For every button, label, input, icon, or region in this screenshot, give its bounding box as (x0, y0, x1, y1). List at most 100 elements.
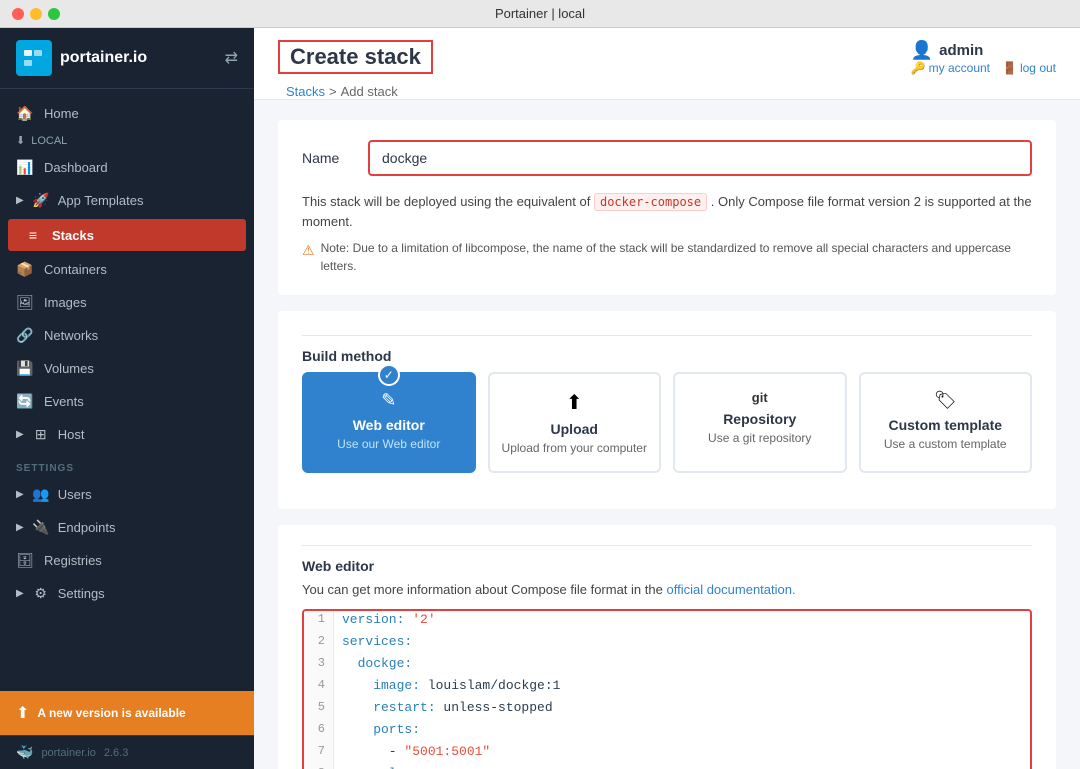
upload-title: Upload (502, 421, 648, 437)
sidebar-item-endpoints[interactable]: ▶ 🔌 Endpoints (0, 511, 254, 544)
titlebar: Portainer | local (0, 0, 1080, 28)
sidebar: portainer.io ⇄ 🏠 Home ⬇ LOCAL 📊 Dashboar… (0, 28, 254, 769)
key-icon: 🔑 (911, 61, 926, 75)
window-title: Portainer | local (495, 6, 585, 21)
containers-icon: 📦 (16, 261, 34, 278)
breadcrumb: Stacks > Add stack (278, 84, 433, 99)
name-row: Name (302, 140, 1032, 176)
window-controls[interactable] (12, 8, 60, 20)
build-card-custom-template[interactable]: 🏷 Custom template Use a custom template (859, 372, 1033, 473)
name-input[interactable] (368, 140, 1032, 176)
sidebar-item-stacks[interactable]: ≡ Stacks (8, 219, 246, 251)
stacks-icon: ≡ (24, 227, 42, 243)
custom-template-sub: Use a custom template (873, 437, 1019, 451)
new-version-text: A new version is available (37, 706, 185, 720)
sidebar-item-host[interactable]: ▶ ⊞ Host (0, 418, 254, 451)
portainer-logo-small: 🐳 (16, 744, 33, 761)
build-card-repository[interactable]: git Repository Use a git repository (673, 372, 847, 473)
chevron-right-icon: ▶ (16, 522, 24, 533)
code-line-5: 5 restart: unless-stopped (304, 699, 1030, 721)
sidebar-item-label: Events (44, 394, 84, 409)
admin-section: 👤 admin (911, 40, 1056, 61)
code-line-8: 8 volumes: (304, 765, 1030, 769)
code-editor[interactable]: 1 version: '2' 2 services: 3 dockge: 4 i… (302, 609, 1032, 769)
sidebar-item-label: Home (44, 106, 79, 121)
breadcrumb-current: Add stack (341, 84, 398, 99)
settings-icon: ⚙ (32, 585, 50, 602)
sidebar-logo: portainer.io ⇄ (0, 28, 254, 89)
local-label: ⬇ LOCAL (0, 130, 254, 151)
sidebar-item-events[interactable]: 🔄 Events (0, 385, 254, 418)
name-section: Name This stack will be deployed using t… (278, 120, 1056, 295)
name-label: Name (302, 150, 352, 166)
main-content: Create stack Stacks > Add stack 👤 admin … (254, 28, 1080, 769)
version-bar: 🐳 portainer.io 2.6.3 (0, 735, 254, 769)
sidebar-item-label: App Templates (58, 193, 144, 208)
dashboard-icon: 📊 (16, 159, 34, 176)
logo-icon (16, 40, 52, 76)
breadcrumb-stacks-link[interactable]: Stacks (286, 84, 325, 99)
host-icon: ⊞ (32, 426, 50, 443)
chevron-right-icon: ▶ (16, 195, 24, 206)
images-icon: 🖼 (16, 294, 34, 311)
custom-template-icon: 🏷 (873, 390, 1019, 411)
web-editor-title: Web editor (316, 417, 462, 433)
sidebar-item-label: Registries (44, 553, 102, 568)
sidebar-item-label: Endpoints (58, 520, 116, 535)
chevron-right-icon: ▶ (16, 429, 24, 440)
maximize-button[interactable] (48, 8, 60, 20)
build-card-upload[interactable]: ⬆ Upload Upload from your computer (488, 372, 662, 473)
app-templates-icon: 🚀 (32, 192, 50, 209)
logo-text: portainer.io (60, 49, 147, 67)
new-version-banner[interactable]: ⬆ A new version is available (0, 691, 254, 735)
upload-icon: ⬆ (502, 390, 648, 415)
build-methods: ✓ ✎ Web editor Use our Web editor ⬆ Uplo… (302, 372, 1032, 473)
registries-icon: 🗄 (16, 552, 34, 569)
header-links: 🔑 my account 🚪 log out (911, 61, 1056, 75)
sidebar-item-containers[interactable]: 📦 Containers (0, 253, 254, 286)
settings-section-label: SETTINGS (0, 455, 254, 478)
git-icon: git (687, 390, 833, 405)
sidebar-item-users[interactable]: ▶ 👥 Users (0, 478, 254, 511)
web-editor-icon: ✎ (316, 390, 462, 411)
custom-template-title: Custom template (873, 417, 1019, 433)
close-button[interactable] (12, 8, 24, 20)
repository-title: Repository (687, 411, 833, 427)
sidebar-item-networks[interactable]: 🔗 Networks (0, 319, 254, 352)
sidebar-item-label: Settings (58, 586, 105, 601)
admin-avatar-icon: 👤 (911, 40, 933, 61)
build-method-title: Build method (302, 335, 1032, 372)
users-icon: 👥 (32, 486, 50, 503)
volumes-icon: 💾 (16, 360, 34, 377)
minimize-button[interactable] (30, 8, 42, 20)
sidebar-item-label: Images (44, 295, 87, 310)
sidebar-item-label: Networks (44, 328, 98, 343)
build-card-web-editor[interactable]: ✓ ✎ Web editor Use our Web editor (302, 372, 476, 473)
code-line-3: 3 dockge: (304, 655, 1030, 677)
breadcrumb-separator: > (329, 84, 337, 99)
sidebar-item-registries[interactable]: 🗄 Registries (0, 544, 254, 577)
sidebar-item-dashboard[interactable]: 📊 Dashboard (0, 151, 254, 184)
repository-sub: Use a git repository (687, 431, 833, 445)
home-icon: 🏠 (16, 105, 34, 122)
log-out-link[interactable]: 🚪 log out (1002, 61, 1056, 75)
chevron-right-icon: ▶ (16, 588, 24, 599)
sidebar-item-volumes[interactable]: 💾 Volumes (0, 352, 254, 385)
app-container: portainer.io ⇄ 🏠 Home ⬇ LOCAL 📊 Dashboar… (0, 28, 1080, 769)
code-line-2: 2 services: (304, 633, 1030, 655)
web-editor-info: You can get more information about Compo… (302, 582, 1032, 597)
version-number: 2.6.3 (104, 747, 128, 759)
sidebar-item-label: Containers (44, 262, 107, 277)
info-text: This stack will be deployed using the eq… (302, 192, 1032, 231)
sidebar-item-app-templates[interactable]: ▶ 🚀 App Templates (0, 184, 254, 217)
sidebar-item-images[interactable]: 🖼 Images (0, 286, 254, 319)
sidebar-item-home[interactable]: 🏠 Home (0, 97, 254, 130)
warning-icon: ⚠ (302, 240, 315, 261)
official-documentation-link[interactable]: official documentation. (666, 582, 795, 597)
sidebar-navigation: 🏠 Home ⬇ LOCAL 📊 Dashboard ▶ 🚀 App Templ… (0, 89, 254, 691)
sidebar-item-settings[interactable]: ▶ ⚙ Settings (0, 577, 254, 610)
page-title: Create stack (290, 44, 421, 70)
events-icon: 🔄 (16, 393, 34, 410)
web-editor-sub: Use our Web editor (316, 437, 462, 451)
my-account-link[interactable]: 🔑 my account (911, 61, 990, 75)
